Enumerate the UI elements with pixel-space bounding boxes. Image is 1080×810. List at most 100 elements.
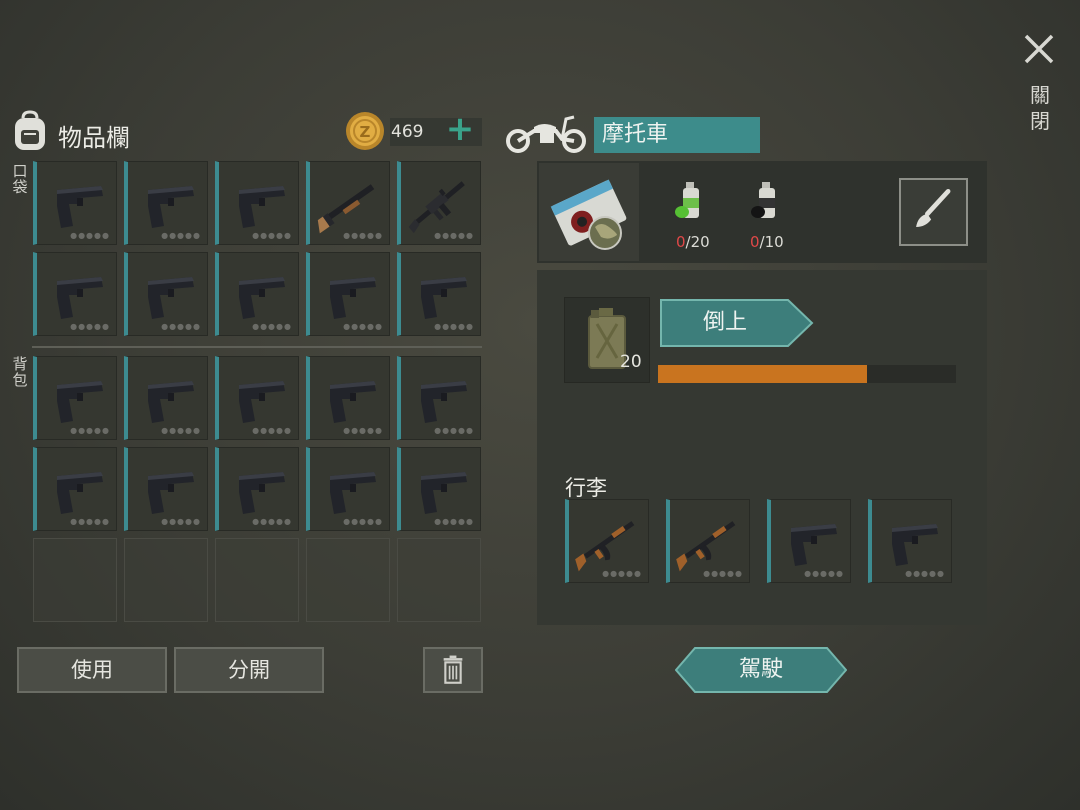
pistol-icon xyxy=(57,186,103,228)
pistol-icon xyxy=(330,381,376,423)
inventory-title: 物品欄 xyxy=(58,124,130,152)
trash-icon xyxy=(443,655,463,684)
pocket-slot[interactable]: ●●●●● xyxy=(215,252,299,336)
pistol-icon xyxy=(330,277,376,319)
backpack-slot[interactable]: ●●●●● xyxy=(33,447,117,531)
motorcycle-icon xyxy=(506,115,586,153)
durability-dots: ●●●●● xyxy=(434,231,474,240)
durability-dots: ●●●●● xyxy=(905,569,945,578)
backpack-slot[interactable] xyxy=(124,538,208,622)
pour-button[interactable]: 倒上 xyxy=(660,299,790,347)
pistol-icon xyxy=(148,186,194,228)
black-paint-count: 0/10 xyxy=(750,233,784,251)
black-paint-max: /10 xyxy=(759,233,784,251)
black-paint-current: 0 xyxy=(750,233,760,251)
ak-rifle-icon xyxy=(676,521,736,572)
pocket-slot[interactable]: ●●●●● xyxy=(33,161,117,245)
durability-dots: ●●●●● xyxy=(70,322,110,331)
pistol-icon xyxy=(239,277,285,319)
durability-dots: ●●●●● xyxy=(161,426,201,435)
pistol-icon xyxy=(148,381,194,423)
green-paint-count: 0/20 xyxy=(676,233,710,251)
close-icon[interactable] xyxy=(1018,28,1060,70)
pocket-slot[interactable]: ●●●●● xyxy=(33,252,117,336)
durability-dots: ●●●●● xyxy=(161,322,201,331)
pistol-icon xyxy=(421,381,467,423)
backpack-slot[interactable] xyxy=(397,538,481,622)
pistol-icon xyxy=(239,381,285,423)
section-divider xyxy=(32,346,482,348)
durability-dots: ●●●●● xyxy=(434,322,474,331)
backpack-slot[interactable]: ●●●●● xyxy=(124,447,208,531)
durability-dots: ●●●●● xyxy=(252,322,292,331)
luggage-slot[interactable]: ●●●●● xyxy=(565,499,649,583)
backpack-label: 背包 xyxy=(12,355,28,389)
backpack-slot[interactable]: ●●●●● xyxy=(33,356,117,440)
shotgun-icon xyxy=(317,184,375,234)
pocket-slot[interactable]: ●●●●● xyxy=(124,252,208,336)
durability-dots: ●●●●● xyxy=(70,426,110,435)
backpack-slot[interactable] xyxy=(306,538,390,622)
pocket-slot[interactable]: ●●●●● xyxy=(215,161,299,245)
svg-text:Z: Z xyxy=(360,123,371,141)
backpack-slot[interactable]: ●●●●● xyxy=(306,447,390,531)
pistol-icon xyxy=(239,186,285,228)
pocket-slot[interactable]: ●●●●● xyxy=(306,252,390,336)
pocket-slot[interactable]: ●●●●● xyxy=(397,252,481,336)
split-button[interactable]: 分開 xyxy=(174,647,324,693)
durability-dots: ●●●●● xyxy=(161,231,201,240)
backpack-slot[interactable] xyxy=(215,538,299,622)
luggage-slot[interactable]: ●●●●● xyxy=(767,499,851,583)
ak-rifle-icon xyxy=(575,521,635,572)
durability-dots: ●●●●● xyxy=(70,231,110,240)
paint-button[interactable] xyxy=(899,178,968,246)
luggage-slot[interactable]: ●●●●● xyxy=(868,499,952,583)
fuel-bar-fill xyxy=(658,365,867,383)
durability-dots: ●●●●● xyxy=(703,569,743,578)
green-paint-max: /20 xyxy=(685,233,710,251)
paint-magazine-icon xyxy=(550,179,627,250)
durability-dots: ●●●●● xyxy=(343,426,383,435)
backpack-icon xyxy=(15,110,45,150)
pistol-icon xyxy=(421,277,467,319)
durability-dots: ●●●●● xyxy=(252,426,292,435)
green-spray-can-icon xyxy=(675,182,699,218)
pistol-icon xyxy=(57,472,103,514)
pistol-icon xyxy=(892,524,938,566)
pistol-icon xyxy=(148,472,194,514)
durability-dots: ●●●●● xyxy=(343,231,383,240)
close-label[interactable]: 關閉 xyxy=(1027,82,1053,134)
durability-dots: ●●●●● xyxy=(343,517,383,526)
backpack-slot[interactable]: ●●●●● xyxy=(215,447,299,531)
backpack-slot[interactable]: ●●●●● xyxy=(124,356,208,440)
backpack-slot[interactable]: ●●●●● xyxy=(397,447,481,531)
drive-button[interactable]: 駕駛 xyxy=(675,647,847,693)
pistol-icon xyxy=(791,524,837,566)
durability-dots: ●●●●● xyxy=(161,517,201,526)
green-paint-current: 0 xyxy=(676,233,686,251)
fuel-count: 20 xyxy=(620,352,642,372)
pocket-slot[interactable]: ●●●●● xyxy=(124,161,208,245)
backpack-slot[interactable]: ●●●●● xyxy=(397,356,481,440)
luggage-slot[interactable]: ●●●●● xyxy=(666,499,750,583)
paint-job-slot[interactable] xyxy=(539,163,639,261)
backpack-slot[interactable] xyxy=(33,538,117,622)
backpack-slot[interactable]: ●●●●● xyxy=(306,356,390,440)
use-button[interactable]: 使用 xyxy=(17,647,167,693)
pistol-icon xyxy=(57,277,103,319)
pistol-icon xyxy=(421,472,467,514)
vehicle-name: 摩托車 xyxy=(594,117,760,153)
durability-dots: ●●●●● xyxy=(434,517,474,526)
durability-dots: ●●●●● xyxy=(434,426,474,435)
pocket-slot[interactable]: ●●●●● xyxy=(306,161,390,245)
trash-button[interactable] xyxy=(423,647,483,693)
pocket-slot[interactable]: ●●●●● xyxy=(397,161,481,245)
durability-dots: ●●●●● xyxy=(70,517,110,526)
backpack-slot[interactable]: ●●●●● xyxy=(215,356,299,440)
brush-icon xyxy=(916,188,951,228)
add-coins-button[interactable]: + xyxy=(444,112,476,146)
fuel-bar xyxy=(658,365,956,383)
pistol-icon xyxy=(330,472,376,514)
pocket-label: 口袋 xyxy=(12,162,28,196)
durability-dots: ●●●●● xyxy=(252,231,292,240)
